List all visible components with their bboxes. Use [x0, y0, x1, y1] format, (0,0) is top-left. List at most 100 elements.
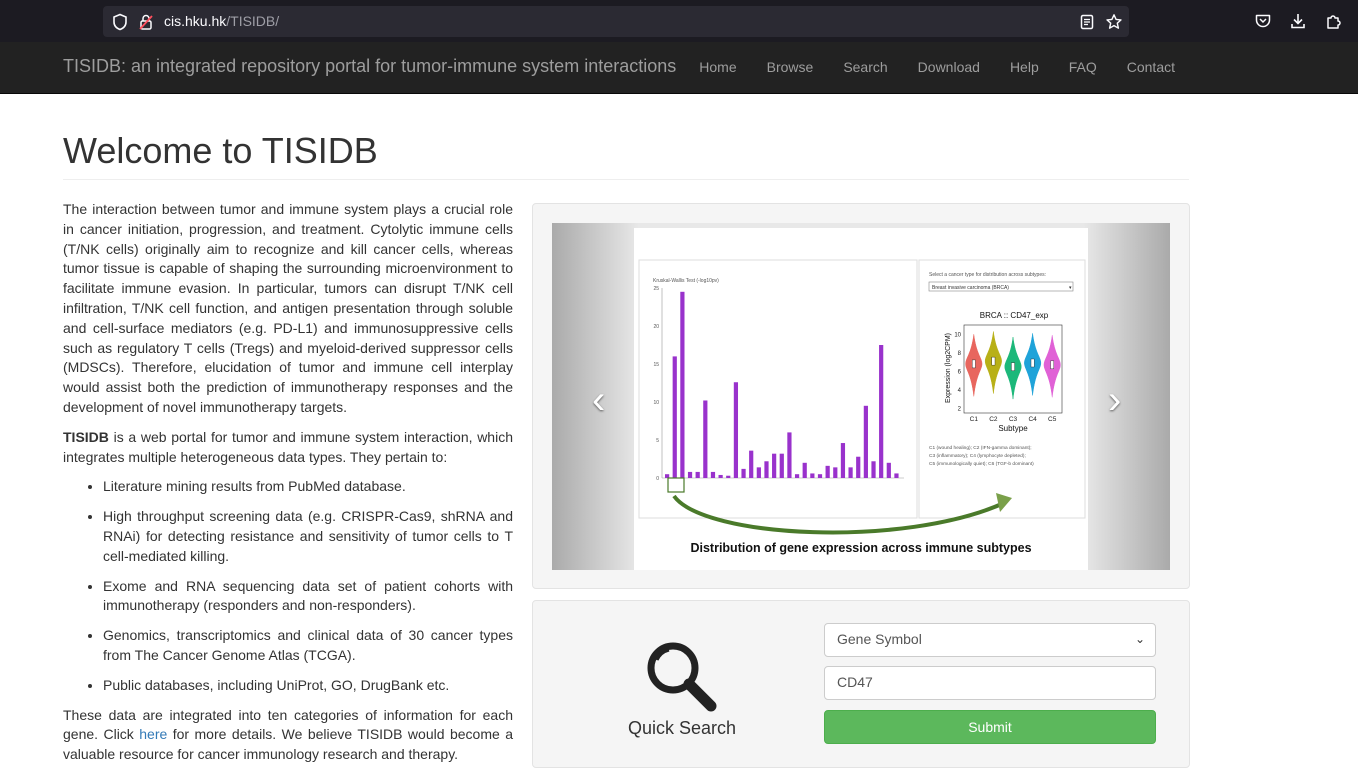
violin-box — [1050, 360, 1055, 370]
tisidb-bold: TISIDB — [63, 428, 109, 445]
carousel-prev-button[interactable]: ‹ — [592, 378, 605, 423]
bar — [703, 400, 708, 478]
here-link[interactable]: here — [139, 726, 167, 742]
page-title: Welcome to TISIDB — [63, 130, 378, 171]
bar — [687, 471, 693, 478]
bar — [695, 471, 700, 478]
image-carousel: Kruskal-Wallis Test (-log10pv) 25 20 15 10 5… — [552, 223, 1170, 570]
nav-contact[interactable]: Contact — [1112, 42, 1190, 94]
bar — [718, 474, 723, 478]
download-icon[interactable] — [1289, 12, 1307, 30]
bookmark-star-icon[interactable] — [1105, 13, 1123, 31]
bar — [749, 450, 754, 478]
intro-paragraph-3: These data are integrated into ten categ… — [63, 706, 513, 765]
bar — [886, 462, 891, 478]
nav-links: Home Browse Search Download Help FAQ Con… — [684, 42, 1190, 94]
bar-y-tick: 15 — [653, 362, 659, 368]
bar — [871, 461, 876, 478]
violin-x-tick: C4 — [1028, 416, 1037, 423]
bar — [726, 475, 731, 478]
violin-box — [991, 356, 996, 366]
subtype-legend-line: C5 (immunologically quiet); C6 (TGF-b do… — [929, 461, 1034, 467]
reader-view-icon[interactable] — [1078, 13, 1096, 31]
carousel-slide: Kruskal-Wallis Test (-log10pv) 25 20 15 10 5… — [634, 228, 1088, 570]
intro-paragraph-1: The interaction between tumor and immune… — [63, 201, 513, 415]
nav-home[interactable]: Home — [684, 42, 751, 94]
list-item: Genomics, transcriptomics and clinical d… — [103, 626, 513, 666]
violin-y-label: Expression (log2CPM) — [945, 333, 952, 403]
bar — [817, 474, 823, 478]
insecure-lock-icon[interactable] — [137, 13, 155, 31]
violin-box — [1011, 362, 1015, 371]
pocket-icon[interactable] — [1254, 12, 1272, 30]
slide-figure: Kruskal-Wallis Test (-log10pv) 25 20 15 10 5… — [638, 259, 1086, 555]
browser-toolbar: cis.hku.hk/TISIDB/ — [0, 0, 1358, 42]
gene-symbol-input[interactable]: CD47 — [824, 666, 1156, 700]
violin-x-tick: C3 — [1009, 416, 1018, 423]
cancer-type-select-value: Breast invasive carcinoma (BRCA) — [932, 285, 1009, 291]
bar — [879, 345, 884, 478]
bar — [840, 443, 846, 478]
violin-panel-frame — [918, 259, 1086, 519]
bar — [779, 453, 784, 478]
list-item: High throughput screening data (e.g. CRI… — [103, 507, 513, 566]
bar — [710, 471, 716, 478]
nav-faq[interactable]: FAQ — [1054, 42, 1112, 94]
site-brand[interactable]: TISIDB: an integrated repository portal … — [63, 56, 676, 77]
bar-y-tick: 5 — [656, 438, 659, 444]
carousel-caption: Distribution of gene expression across i… — [690, 541, 1031, 555]
bar — [672, 356, 677, 478]
url-path: /TISIDB/ — [226, 13, 280, 29]
violin-title: BRCA :: CD47_exp — [980, 311, 1049, 320]
violin-x-tick: C5 — [1048, 416, 1057, 423]
intro-paragraph-2: TISIDB is a web portal for tumor and imm… — [63, 428, 513, 468]
list-item: Public databases, including UniProt, GO,… — [103, 676, 513, 696]
cancer-type-prompt: Select a cancer type for distribution ac… — [929, 272, 1046, 278]
violin-box — [1030, 358, 1035, 368]
violin-x-label: Subtype — [998, 424, 1028, 433]
extensions-icon[interactable] — [1325, 12, 1343, 30]
bar-chart-label: Kruskal-Wallis Test (-log10pv) — [653, 278, 719, 284]
bar-y-tick: 0 — [656, 476, 659, 482]
bar — [756, 467, 761, 478]
search-type-value: Gene Symbol — [837, 631, 922, 647]
bar — [733, 382, 739, 478]
gene-symbol-value: CD47 — [837, 674, 873, 690]
violin-x-tick: C1 — [970, 416, 979, 423]
magnifier-icon — [647, 642, 717, 712]
bar — [787, 432, 792, 478]
bar — [894, 473, 899, 478]
bar — [810, 473, 815, 478]
nav-help[interactable]: Help — [995, 42, 1054, 94]
chevron-down-icon: ⌄ — [1134, 632, 1145, 646]
nav-search[interactable]: Search — [828, 42, 902, 94]
quick-search-panel: Quick Search Gene Symbol ⌄ CD47 Submit — [532, 600, 1190, 768]
search-type-select[interactable]: Gene Symbol ⌄ — [824, 623, 1156, 657]
site-navbar: TISIDB: an integrated repository portal … — [0, 42, 1358, 94]
nav-browse[interactable]: Browse — [752, 42, 829, 94]
quick-search-label: Quick Search — [628, 718, 737, 738]
subtype-legend-line: C1 (wound healing); C2 (IFN-gamma domina… — [929, 445, 1032, 451]
carousel-next-button[interactable]: › — [1108, 378, 1121, 423]
address-bar[interactable]: cis.hku.hk/TISIDB/ — [103, 6, 1129, 37]
shield-icon[interactable] — [111, 13, 129, 31]
url-text: cis.hku.hk/TISIDB/ — [164, 13, 279, 29]
carousel-panel: Kruskal-Wallis Test (-log10pv) 25 20 15 10 5… — [532, 203, 1190, 589]
bar — [863, 405, 868, 478]
bar — [833, 467, 838, 478]
list-item: Exome and RNA sequencing data set of pat… — [103, 577, 513, 617]
nav-download[interactable]: Download — [903, 42, 995, 94]
violin-x-tick: C2 — [989, 416, 998, 423]
bar-y-tick: 20 — [653, 324, 659, 330]
intro-paragraph-2-text: is a web portal for tumor and immune sys… — [63, 428, 513, 465]
bar — [680, 291, 685, 478]
bar — [772, 453, 777, 478]
violin-y-tick: 10 — [954, 332, 961, 338]
bar — [848, 467, 853, 478]
list-item: Literature mining results from PubMed da… — [103, 477, 513, 497]
intro-text: The interaction between tumor and immune… — [63, 200, 513, 775]
bar — [764, 461, 769, 478]
submit-button[interactable]: Submit — [824, 710, 1156, 744]
url-host: cis.hku.hk — [164, 13, 227, 29]
data-types-list: Literature mining results from PubMed da… — [103, 477, 513, 695]
